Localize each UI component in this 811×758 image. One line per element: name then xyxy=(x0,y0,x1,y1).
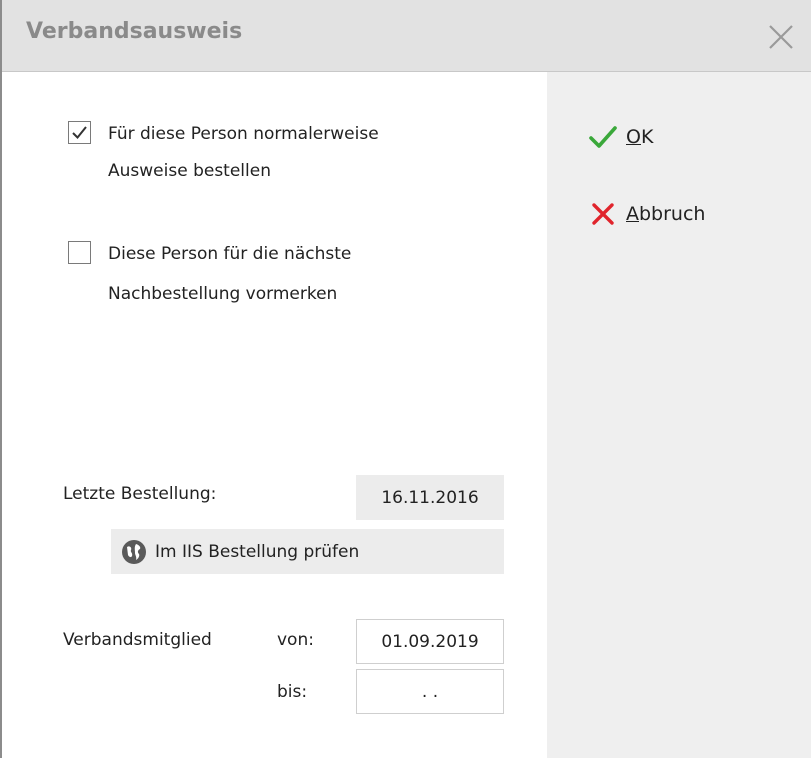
last-order-value: 16.11.2016 xyxy=(356,475,504,520)
iis-check-label: Im IIS Bestellung prüfen xyxy=(155,541,360,562)
title-bar: Verbandsausweis xyxy=(2,0,811,72)
checkmark-small-icon xyxy=(72,126,87,139)
order-normally-label-line1: Für diese Person normalerweise xyxy=(108,124,379,144)
ok-button-label: OK xyxy=(626,126,654,148)
next-reorder-checkbox[interactable] xyxy=(68,241,91,264)
last-order-label: Letzte Bestellung: xyxy=(63,484,217,504)
iis-check-button[interactable]: Im IIS Bestellung prüfen xyxy=(111,529,504,574)
membership-from-input[interactable] xyxy=(356,619,504,664)
close-icon xyxy=(769,25,793,49)
dialog-window: Verbandsausweis Für diese Person normale… xyxy=(0,0,811,758)
membership-to-input[interactable] xyxy=(356,669,504,714)
membership-to-label: bis: xyxy=(277,682,308,702)
membership-from-label: von: xyxy=(277,630,314,650)
order-normally-checkbox[interactable] xyxy=(68,121,91,144)
order-normally-label-line2: Ausweise bestellen xyxy=(108,161,271,181)
ok-button[interactable]: OK xyxy=(586,120,653,154)
close-button[interactable] xyxy=(760,18,800,56)
cancel-button-label: Abbruch xyxy=(626,203,706,225)
checkmark-icon xyxy=(589,126,617,148)
cross-icon xyxy=(592,203,614,225)
actions-panel xyxy=(547,72,811,758)
window-title: Verbandsausweis xyxy=(26,19,243,44)
cancel-button[interactable]: Abbruch xyxy=(586,197,705,231)
globe-icon xyxy=(122,539,146,564)
membership-label: Verbandsmitglied xyxy=(63,630,212,650)
next-reorder-label-line2: Nachbestellung vormerken xyxy=(108,284,338,304)
next-reorder-label-line1: Diese Person für die nächste xyxy=(108,244,352,264)
